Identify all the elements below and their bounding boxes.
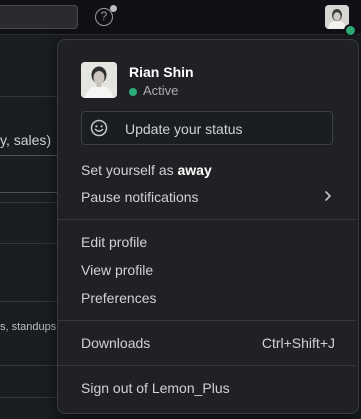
divider <box>0 397 60 398</box>
preferences-item[interactable]: Preferences <box>81 290 156 306</box>
top-bar: ? <box>0 0 361 37</box>
divider <box>0 202 60 203</box>
background-text: y, sales) <box>0 132 52 148</box>
menu-divider <box>58 365 356 366</box>
view-profile-item[interactable]: View profile <box>81 262 153 278</box>
avatar <box>81 62 117 98</box>
menu-divider <box>58 219 356 220</box>
pause-notifications-label: Pause notifications <box>81 189 199 205</box>
pause-notifications-item[interactable]: Pause notifications <box>81 189 199 205</box>
search-input[interactable] <box>0 5 78 29</box>
active-status-dot <box>129 88 137 96</box>
background-input[interactable] <box>0 155 64 193</box>
user-name: Rian Shin <box>129 64 194 80</box>
smiley-icon <box>90 119 108 137</box>
help-notification-dot <box>110 5 117 12</box>
away-label: away <box>177 162 212 178</box>
user-menu: Rian Shin Active Update your status Set … <box>57 39 359 414</box>
user-status: Active <box>143 83 179 98</box>
sign-out-item[interactable]: Sign out of Lemon_Plus <box>81 380 230 396</box>
divider <box>0 365 60 366</box>
menu-divider <box>58 320 356 321</box>
downloads-item[interactable]: Downloads <box>81 335 150 351</box>
update-status-button[interactable]: Update your status <box>81 111 333 145</box>
downloads-shortcut: Ctrl+Shift+J <box>261 335 335 351</box>
update-status-label: Update your status <box>125 121 243 137</box>
edit-profile-item[interactable]: Edit profile <box>81 234 147 250</box>
set-away-item[interactable]: Set yourself as away <box>81 162 212 178</box>
avatar-photo <box>81 62 117 98</box>
background-text: s, standups <box>0 321 57 333</box>
divider <box>0 96 60 97</box>
divider <box>0 243 60 244</box>
set-away-label: Set yourself as <box>81 162 178 178</box>
divider <box>0 301 60 302</box>
chevron-right-icon <box>325 191 331 201</box>
